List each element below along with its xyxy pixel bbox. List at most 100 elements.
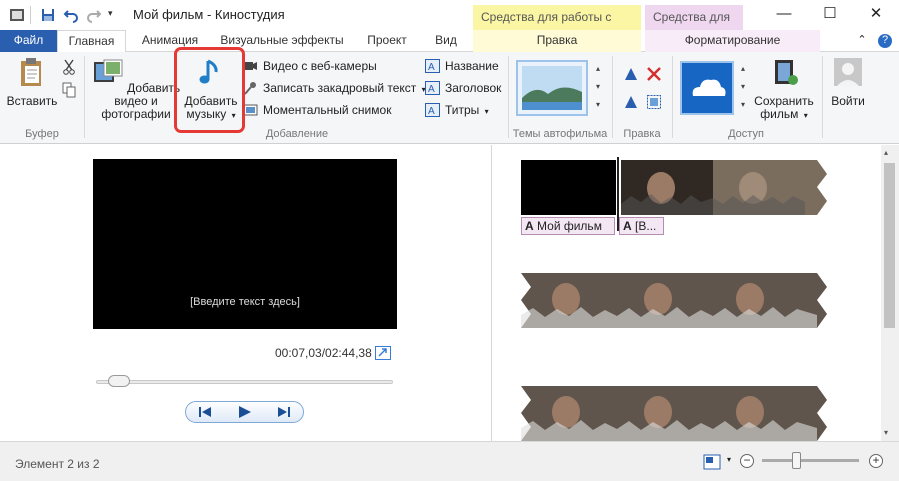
redo-icon[interactable] <box>86 7 102 23</box>
snapshot-button[interactable]: Моментальный снимок <box>243 100 391 120</box>
webcam-icon <box>244 62 257 70</box>
share-scroll-icon[interactable]: ▴ ▾ ▾ <box>737 60 749 116</box>
context-tab-video-tools[interactable]: Средства для работы с видео <box>473 5 641 48</box>
window-title: Мой фильм - Киностудия <box>133 7 285 22</box>
themes-scroll-icon[interactable]: ▴ ▾ ▾ <box>592 60 604 116</box>
caption-chip-title[interactable]: A Мой фильм <box>521 217 615 235</box>
credits-icon: A <box>425 103 440 117</box>
divider <box>30 6 31 24</box>
remove-icon[interactable] <box>646 66 662 82</box>
timeline-playhead[interactable] <box>617 157 619 231</box>
title-label: Название <box>445 59 499 73</box>
save-movie-button[interactable]: Сохранить фильм ▾ <box>752 56 816 122</box>
tab-home[interactable]: Главная <box>57 30 126 53</box>
title-bar: ▾ Мой фильм - Киностудия Средства для ра… <box>0 0 899 48</box>
webcam-video-button[interactable]: Видео с веб-камеры <box>243 56 377 76</box>
rotate-right-icon[interactable] <box>623 94 639 110</box>
record-narration-label: Записать закадровый текст <box>263 81 417 95</box>
landscape-thumbnail-icon <box>522 66 582 110</box>
group-separator <box>508 56 509 138</box>
ribbon-collapse-icon[interactable]: ⌃ <box>855 34 869 48</box>
rotate-left-icon[interactable] <box>623 66 639 82</box>
maximize-button[interactable]: ☐ <box>807 0 853 30</box>
quick-access-dropdown-icon[interactable]: ▾ <box>108 8 113 19</box>
add-video-photo-icon <box>93 59 123 82</box>
group-separator <box>822 56 823 138</box>
app-icon <box>10 9 24 21</box>
previous-frame-icon[interactable] <box>186 402 225 422</box>
svg-text:A: A <box>428 62 435 73</box>
expand-icon <box>378 348 387 357</box>
paste-button[interactable]: Вставить <box>4 56 60 108</box>
svg-text:A: A <box>428 84 435 95</box>
zoom-thumb[interactable] <box>792 452 801 469</box>
video-clip-3[interactable] <box>521 386 831 441</box>
caption-label: Заголовок <box>445 81 502 95</box>
snapshot-icon <box>243 104 258 116</box>
group-label-add: Добавление <box>265 128 329 140</box>
caption-overlay-text[interactable]: [Введите текст здесь] <box>93 296 397 308</box>
group-label-themes: Темы автофильма <box>512 128 608 140</box>
caption-chip-text[interactable]: A [В... <box>619 217 664 235</box>
group-label-edit: Правка <box>623 128 661 140</box>
scroll-up-icon[interactable]: ▴ <box>884 148 888 157</box>
save-icon[interactable] <box>40 7 56 23</box>
undo-icon[interactable] <box>63 7 79 23</box>
copy-icon[interactable] <box>62 82 76 98</box>
seek-thumb[interactable] <box>107 375 130 387</box>
status-bar: Элемент 2 из 2 ▾ − + <box>0 441 899 481</box>
text-icon: A <box>623 219 632 233</box>
scrollbar-thumb[interactable] <box>884 163 895 328</box>
svg-text:A: A <box>428 106 435 117</box>
minimize-button[interactable]: — <box>761 0 807 30</box>
caption-icon: A <box>425 81 440 95</box>
tab-view[interactable]: Вид <box>424 30 468 52</box>
tab-format[interactable]: Форматирование <box>645 30 820 52</box>
title-button[interactable]: A Название <box>425 56 499 76</box>
play-icon[interactable] <box>225 402 264 422</box>
context-tab-text-tools[interactable]: Средства для ... <box>645 5 743 48</box>
select-all-icon[interactable] <box>646 94 662 110</box>
add-music-highlight <box>174 47 245 133</box>
video-clip-2[interactable] <box>521 273 831 328</box>
ribbon: Вставить Буфер Добавить видео и фотограф… <box>0 52 899 144</box>
film-reel-icon <box>775 60 798 85</box>
group-label-share: Доступ <box>728 128 764 140</box>
seek-bar[interactable] <box>96 380 393 384</box>
help-icon[interactable]: ? <box>878 34 892 48</box>
caption-button[interactable]: A Заголовок <box>425 78 501 98</box>
video-clip-1[interactable] <box>521 160 831 215</box>
chevron-down-icon[interactable]: ▾ <box>727 455 731 464</box>
onedrive-share-button[interactable] <box>680 61 734 115</box>
scroll-down-icon[interactable]: ▾ <box>884 428 888 437</box>
zoom-out-button[interactable]: − <box>740 454 754 468</box>
autofilm-theme-thumbnail[interactable] <box>516 60 588 116</box>
fullscreen-button[interactable] <box>375 346 391 360</box>
credits-label: Титры <box>445 103 480 117</box>
group-separator <box>612 56 613 138</box>
zoom-slider[interactable] <box>762 459 859 462</box>
tab-file[interactable]: Файл <box>0 30 57 52</box>
credits-button[interactable]: A Титры ▾ <box>425 100 489 120</box>
record-narration-button[interactable]: Записать закадровый текст ▾ <box>243 78 426 98</box>
thumbnail-size-icon[interactable] <box>703 454 721 470</box>
group-separator <box>84 56 85 138</box>
video-preview[interactable]: [Введите текст здесь] <box>93 159 397 329</box>
preview-pane: [Введите текст здесь] 00:07,03/02:44,38 <box>0 145 492 441</box>
title-icon: A <box>425 59 440 73</box>
caption-chip-text-label: [В... <box>635 219 657 233</box>
add-videos-photos-button[interactable]: Добавить видео и фотографии <box>90 56 182 121</box>
group-label-clipboard: Буфер <box>25 128 59 140</box>
tab-edit[interactable]: Правка <box>473 30 641 52</box>
sign-in-button[interactable]: Войти <box>826 56 870 108</box>
text-icon: A <box>525 219 534 233</box>
next-frame-icon[interactable] <box>264 402 303 422</box>
tab-project[interactable]: Проект <box>356 30 418 52</box>
close-button[interactable]: ✕ <box>853 0 899 30</box>
group-separator <box>672 56 673 138</box>
paste-icon <box>21 58 41 86</box>
cut-icon[interactable] <box>62 59 76 75</box>
ribbon-tab-row: Файл Главная Анимация Визуальные эффекты… <box>0 30 899 53</box>
workspace: [Введите текст здесь] 00:07,03/02:44,38 <box>0 145 899 441</box>
zoom-in-button[interactable]: + <box>869 454 883 468</box>
